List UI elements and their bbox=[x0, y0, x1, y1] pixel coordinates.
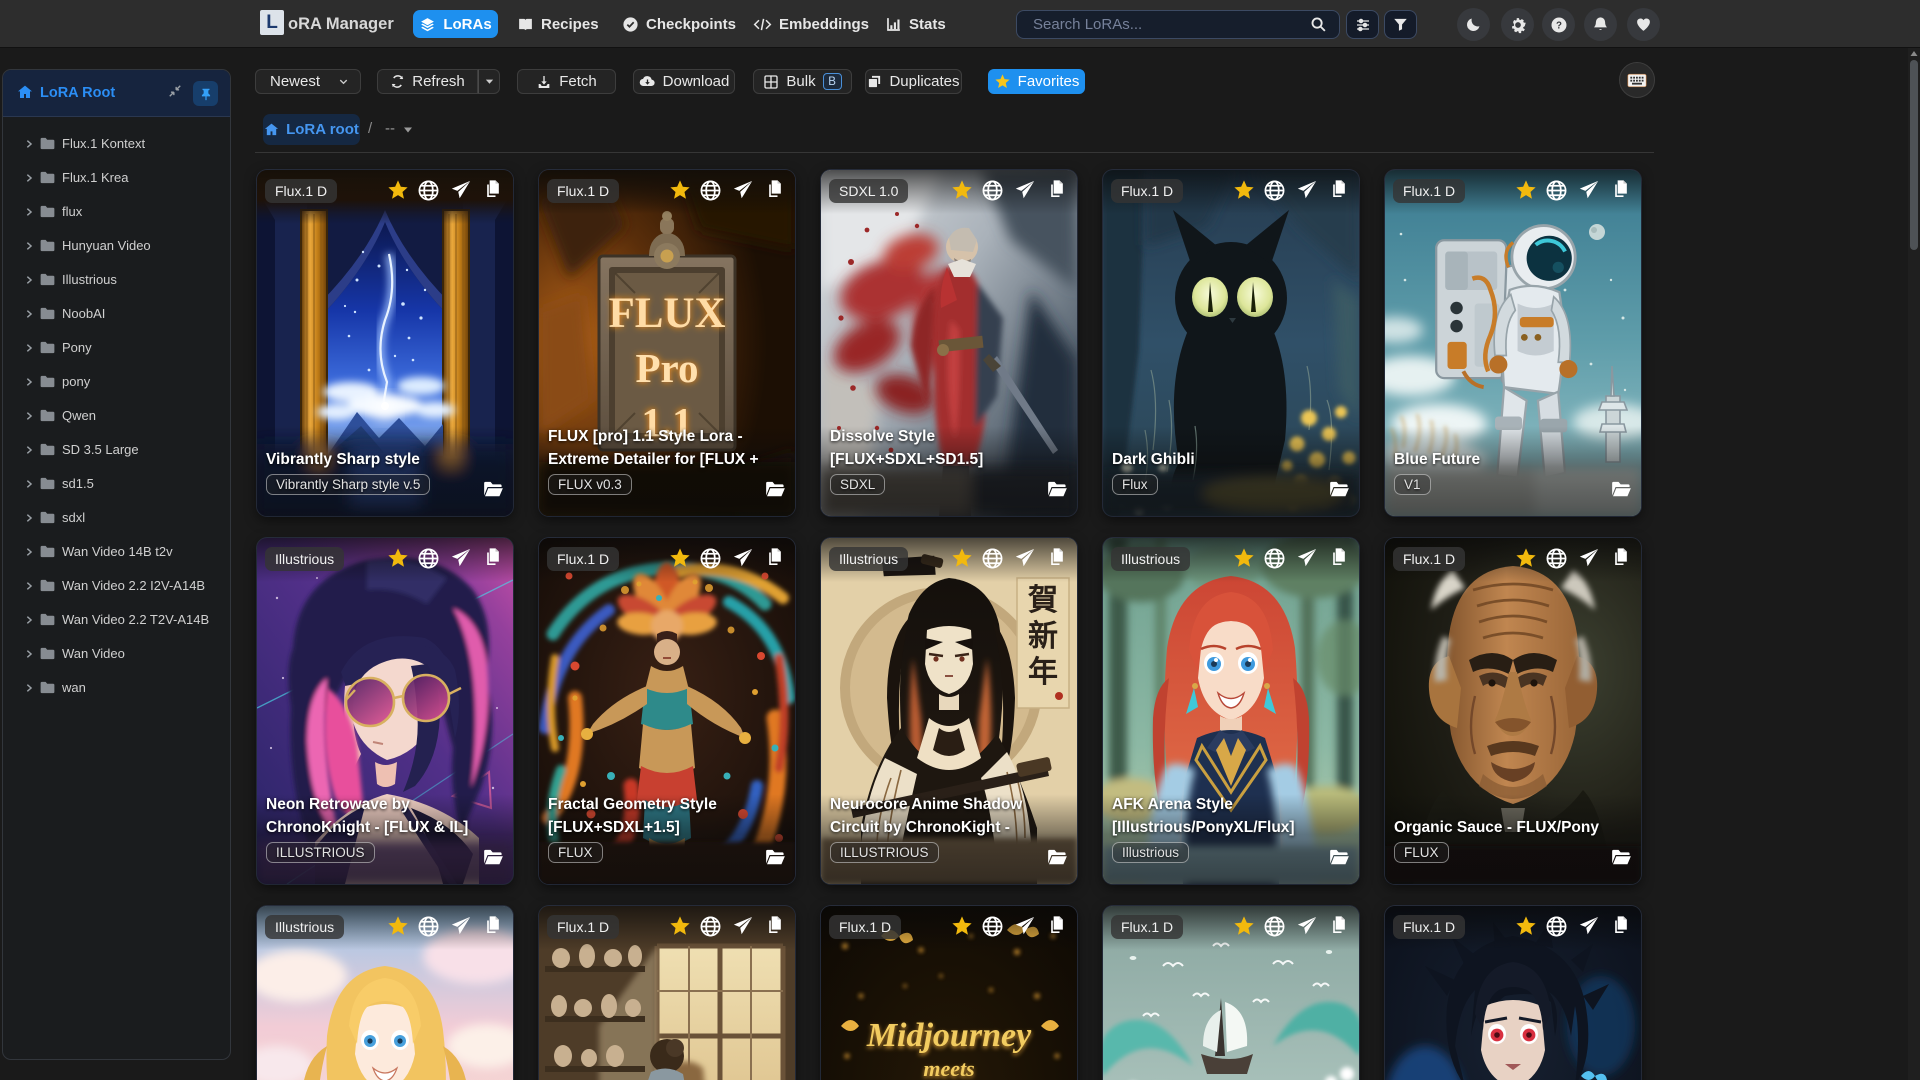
svg-text:Pro: Pro bbox=[635, 345, 698, 391]
svg-text:?: ? bbox=[1556, 20, 1562, 31]
svg-text:meets: meets bbox=[923, 1056, 974, 1080]
svg-text:Midjourney: Midjourney bbox=[866, 1017, 1032, 1054]
svg-text:FLUX: FLUX bbox=[608, 290, 725, 337]
svg-text:年: 年 bbox=[1028, 656, 1058, 689]
svg-text:新: 新 bbox=[1028, 620, 1058, 653]
svg-text:賀: 賀 bbox=[1028, 584, 1058, 617]
